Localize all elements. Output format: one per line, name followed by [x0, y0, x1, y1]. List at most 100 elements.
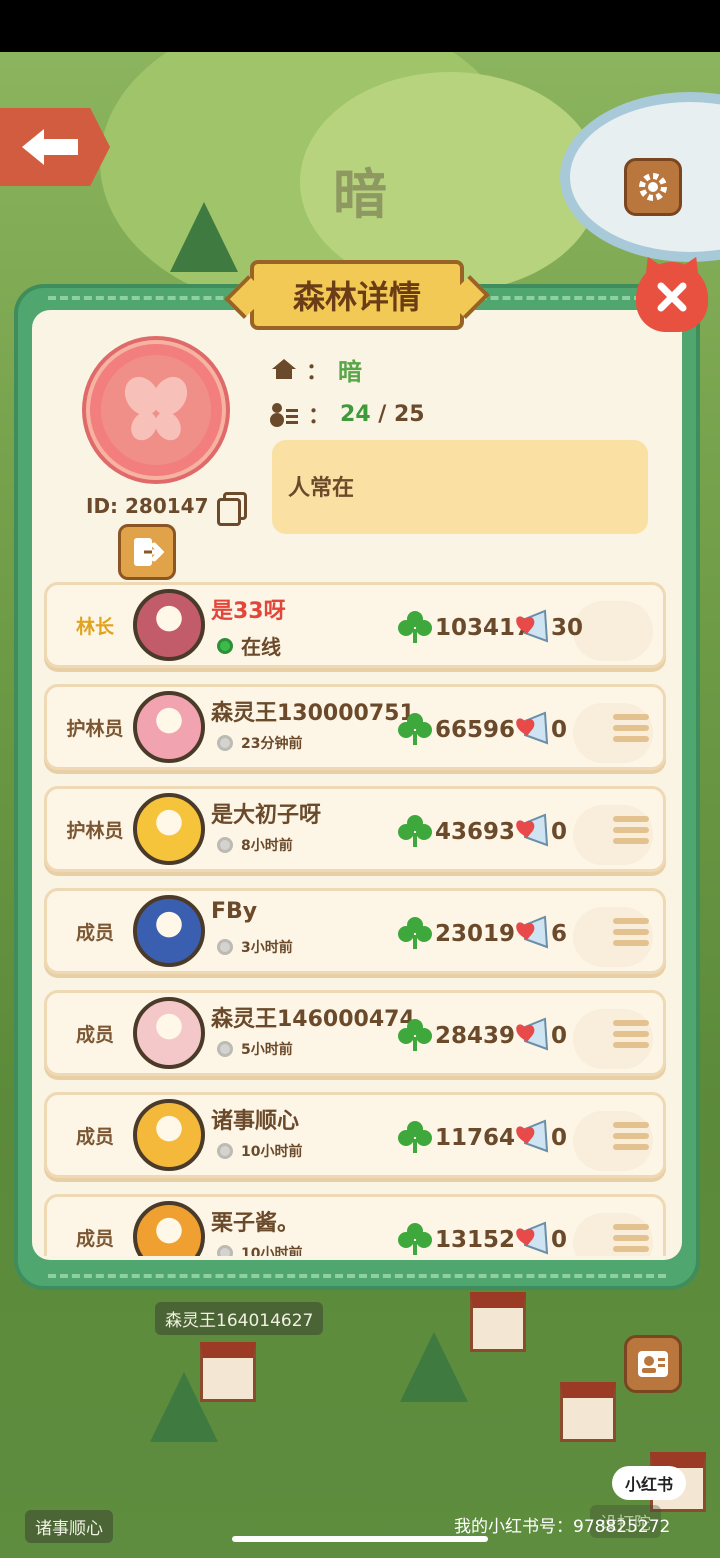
- member-status-text: 3小时前: [241, 940, 293, 956]
- status-dot-icon: [217, 637, 233, 654]
- clover-icon: [398, 1019, 432, 1051]
- forest-id: ID: 280147: [86, 492, 247, 526]
- member-contribution: 28439: [435, 1023, 516, 1049]
- settings-button[interactable]: [624, 158, 682, 216]
- status-dot-icon: [217, 735, 233, 751]
- member-gift-count: 6: [551, 921, 568, 947]
- member-avatar[interactable]: [133, 691, 205, 763]
- member-name: 森灵王130000751: [211, 701, 415, 726]
- home-indicator[interactable]: [232, 1536, 488, 1542]
- member-role: 护林员: [66, 819, 124, 842]
- menu-bar: [613, 1121, 649, 1128]
- row-decoration: [573, 601, 653, 661]
- member-avatar[interactable]: [133, 1201, 205, 1256]
- forest-emblem: [86, 340, 226, 480]
- status-dot-icon: [217, 1041, 233, 1057]
- clover-icon: [398, 815, 432, 847]
- close-icon: [657, 282, 687, 312]
- member-contribution: 66596: [435, 717, 516, 743]
- member-status-text: 8小时前: [241, 838, 293, 854]
- member-contribution: 11764: [435, 1125, 516, 1151]
- member-count-max: 25: [394, 401, 425, 427]
- clover-icon: [398, 917, 432, 949]
- house-decoration: [470, 1292, 526, 1352]
- member-contribution: 13152: [435, 1227, 516, 1253]
- menu-bar: [613, 939, 649, 946]
- status-dot-icon: [217, 939, 233, 955]
- house-decoration: [560, 1382, 616, 1442]
- clover-icon: [398, 1223, 432, 1255]
- member-menu-button[interactable]: [613, 1223, 649, 1256]
- status-dot-icon: [217, 1245, 233, 1256]
- copy-icon[interactable]: [216, 492, 247, 526]
- member-avatar[interactable]: [133, 895, 205, 967]
- member-row[interactable]: 成员 诸事顺心 10小时前 11764 0: [44, 1092, 666, 1178]
- leave-forest-button[interactable]: [118, 524, 176, 580]
- member-name: 是大初子呀: [211, 803, 322, 828]
- member-role: 护林员: [66, 717, 124, 740]
- menu-bar: [613, 713, 649, 720]
- close-button[interactable]: [636, 262, 708, 332]
- member-row[interactable]: 成员 森灵王146000474 5小时前 28439 0: [44, 990, 666, 1076]
- member-status: 8小时前: [217, 835, 293, 855]
- member-gift-count: 0: [551, 819, 568, 845]
- heart-megaphone-icon: [516, 711, 549, 745]
- member-gift-count: 30: [551, 615, 584, 641]
- clover-icon: [398, 713, 432, 745]
- home-icon: [272, 358, 296, 381]
- member-contribution: 43693: [435, 819, 516, 845]
- background-player-label: 森灵王164014627: [155, 1302, 324, 1335]
- member-menu-button[interactable]: [613, 1121, 649, 1155]
- member-status: 10小时前: [217, 1141, 302, 1161]
- profile-button[interactable]: [624, 1335, 682, 1393]
- member-row[interactable]: 成员 栗子酱。 10小时前 13152 0: [44, 1194, 666, 1256]
- member-name: 诸事顺心: [211, 1109, 300, 1134]
- member-menu-button[interactable]: [613, 1019, 649, 1053]
- member-status: 在线: [217, 631, 281, 660]
- member-status: 23分钟前: [217, 733, 302, 753]
- heart-megaphone-icon: [516, 915, 549, 949]
- member-avatar[interactable]: [133, 997, 205, 1069]
- member-contribution: 23019: [435, 921, 516, 947]
- member-row[interactable]: 林长 是33呀 在线 103417 30: [44, 582, 666, 668]
- background-player-label: 诸事顺心: [25, 1510, 113, 1543]
- member-menu-button[interactable]: [613, 713, 649, 747]
- menu-bar: [613, 724, 649, 731]
- member-list[interactable]: 林长 是33呀 在线 103417 30 护林员 森灵王130000751 23分钟前 6659…: [44, 580, 668, 1256]
- menu-bar: [613, 837, 649, 844]
- member-avatar[interactable]: [133, 589, 205, 661]
- menu-bar: [613, 1019, 649, 1026]
- member-status-text: 5小时前: [241, 1042, 293, 1058]
- member-menu-button[interactable]: [613, 815, 649, 849]
- member-avatar[interactable]: [133, 793, 205, 865]
- member-status-text: 10小时前: [241, 1144, 303, 1160]
- member-gift-count: 0: [551, 717, 568, 743]
- clover-icon: [398, 611, 432, 643]
- menu-bar: [613, 1234, 649, 1241]
- member-name: 森灵王146000474: [211, 1007, 415, 1032]
- forest-name-row: ： 暗: [272, 352, 362, 387]
- house-decoration: [200, 1342, 256, 1402]
- status-dot-icon: [217, 837, 233, 853]
- watermark-text: 我的小红书号：978825272: [454, 1517, 671, 1537]
- heart-megaphone-icon: [516, 1221, 549, 1255]
- member-row[interactable]: 护林员 是大初子呀 8小时前 43693 0: [44, 786, 666, 872]
- modal-title: 森林详情: [250, 260, 464, 330]
- xiaohongshu-logo: 小红书: [612, 1466, 686, 1500]
- member-status-text: 23分钟前: [241, 736, 303, 752]
- member-avatar[interactable]: [133, 1099, 205, 1171]
- member-status-text: 10小时前: [241, 1246, 303, 1256]
- colon: ：: [308, 404, 331, 429]
- menu-bar: [613, 928, 649, 935]
- member-status: 10小时前: [217, 1243, 302, 1256]
- member-menu-button[interactable]: [613, 917, 649, 951]
- member-row[interactable]: 成员 FBy 3小时前 23019 6: [44, 888, 666, 974]
- menu-bar: [613, 1041, 649, 1048]
- member-role: 成员: [75, 1227, 114, 1250]
- member-name: 栗子酱。: [211, 1211, 300, 1236]
- menu-bar: [613, 826, 649, 833]
- member-role: 成员: [75, 921, 114, 944]
- member-row[interactable]: 护林员 森灵王130000751 23分钟前 66596 0: [44, 684, 666, 770]
- member-count-current: 24: [340, 401, 371, 427]
- gear-icon: [639, 173, 667, 201]
